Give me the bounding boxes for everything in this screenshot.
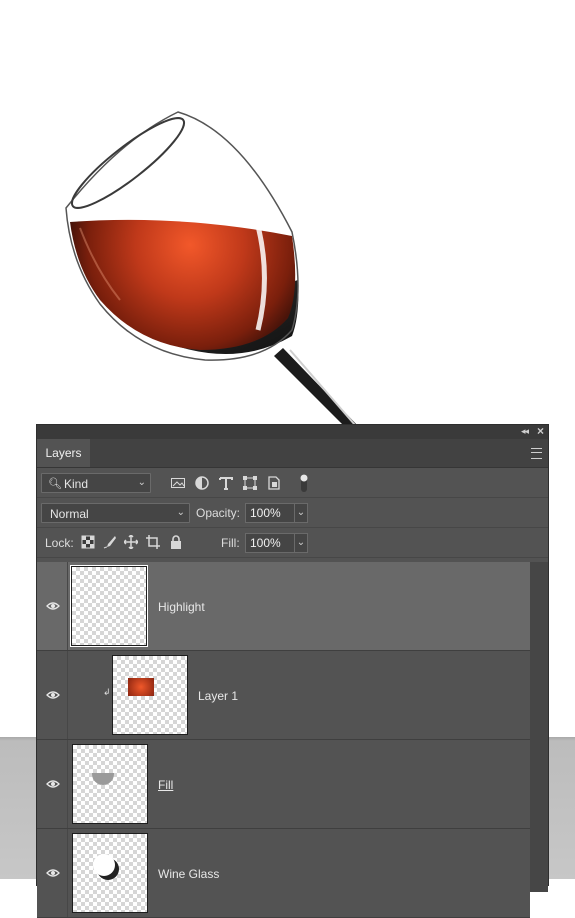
lock-transparent-pixels-icon[interactable] <box>81 535 95 549</box>
eye-icon <box>46 602 60 610</box>
blend-mode-select[interactable]: Normal ⌄ <box>41 503 190 523</box>
blend-mode-value: Normal <box>50 507 89 521</box>
layer-thumbnail[interactable] <box>112 655 188 735</box>
opacity-input[interactable]: 100% <box>245 503 295 523</box>
lock-row: Lock: Fill: 100% ⌄ <box>37 528 548 558</box>
close-icon[interactable]: × <box>537 424 544 438</box>
panel-menu-icon[interactable] <box>531 448 542 459</box>
lock-image-pixels-icon[interactable] <box>103 535 117 549</box>
layer-row-wine-glass[interactable]: Wine Glass <box>37 829 530 918</box>
layer-name[interactable]: Fill <box>158 778 173 792</box>
panel-title-bar[interactable]: ◂◂ × <box>37 424 548 439</box>
opacity-label: Opacity: <box>196 506 241 520</box>
eye-icon <box>46 780 60 788</box>
chevron-down-icon: ⌄ <box>176 507 185 518</box>
lock-label: Lock: <box>45 536 74 550</box>
eye-icon <box>46 691 60 699</box>
layer-thumbnail[interactable] <box>72 833 148 913</box>
layer-name[interactable]: Highlight <box>158 600 205 614</box>
filter-kind-label: Kind <box>64 477 89 491</box>
layer-thumbnail[interactable] <box>72 744 148 824</box>
type-filter-icon[interactable] <box>218 475 234 491</box>
layers-scrollbar[interactable] <box>530 562 548 892</box>
layer-row-layer-1[interactable]: ↲ Layer 1 <box>37 651 530 740</box>
fill-dropdown-button[interactable]: ⌄ <box>294 533 308 553</box>
filter-kind-select[interactable]: 🔍︎ Kind ⌄ <box>41 473 151 493</box>
thumbnail-wine-swatch <box>128 678 154 696</box>
thumbnail-fill-shape <box>92 773 114 785</box>
search-icon: 🔍︎ <box>48 478 62 490</box>
clipping-mask-icon: ↲ <box>103 687 111 697</box>
layer-thumbnail[interactable] <box>71 566 147 646</box>
tab-layers[interactable]: Layers <box>37 439 90 467</box>
opacity-dropdown-button[interactable]: ⌄ <box>294 503 308 523</box>
lock-all-icon[interactable] <box>169 535 183 549</box>
smart-object-filter-icon[interactable] <box>266 475 282 491</box>
layers-list: Highlight ↲ Layer 1 Fill Wine Glass <box>37 562 548 918</box>
visibility-toggle[interactable] <box>37 829 68 917</box>
fill-input[interactable]: 100% <box>245 533 295 553</box>
panel-tab-bar: Layers <box>37 439 548 468</box>
chevron-down-icon: ⌄ <box>137 477 146 488</box>
fill-label: Fill: <box>221 536 240 550</box>
thumbnail-glass-shape <box>93 854 115 876</box>
filter-toggle-icon[interactable] <box>299 472 309 494</box>
shape-filter-icon[interactable] <box>242 475 258 491</box>
layer-row-highlight[interactable]: Highlight <box>37 562 530 651</box>
eye-icon <box>46 869 60 877</box>
pixel-filter-icon[interactable] <box>170 475 186 491</box>
visibility-toggle[interactable] <box>37 740 68 828</box>
adjustment-filter-icon[interactable] <box>194 475 210 491</box>
lock-artboard-icon[interactable] <box>146 535 160 549</box>
collapse-panel-icon[interactable]: ◂◂ <box>521 426 529 437</box>
visibility-toggle[interactable] <box>37 562 68 650</box>
visibility-toggle[interactable] <box>37 651 68 739</box>
blend-row: Normal ⌄ Opacity: 100% ⌄ <box>37 498 548 528</box>
layer-row-fill[interactable]: Fill <box>37 740 530 829</box>
filter-row: 🔍︎ Kind ⌄ <box>37 468 548 498</box>
layer-name[interactable]: Layer 1 <box>198 689 238 703</box>
layers-panel: ◂◂ × Layers 🔍︎ Kind ⌄ Normal ⌄ Opacity: … <box>37 424 548 918</box>
lock-position-icon[interactable] <box>124 535 138 549</box>
